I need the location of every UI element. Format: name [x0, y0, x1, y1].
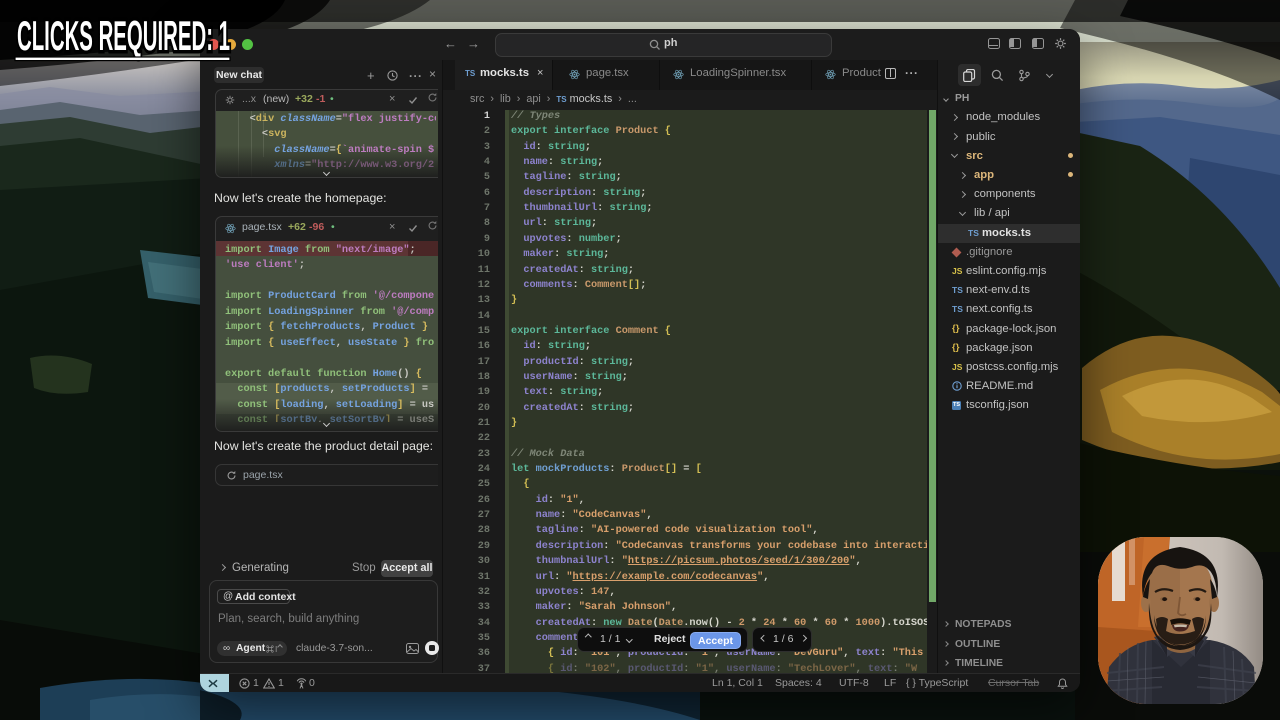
svg-text:CLICKS REQUIRED: 1: CLICKS REQUIRED: 1: [17, 12, 230, 59]
